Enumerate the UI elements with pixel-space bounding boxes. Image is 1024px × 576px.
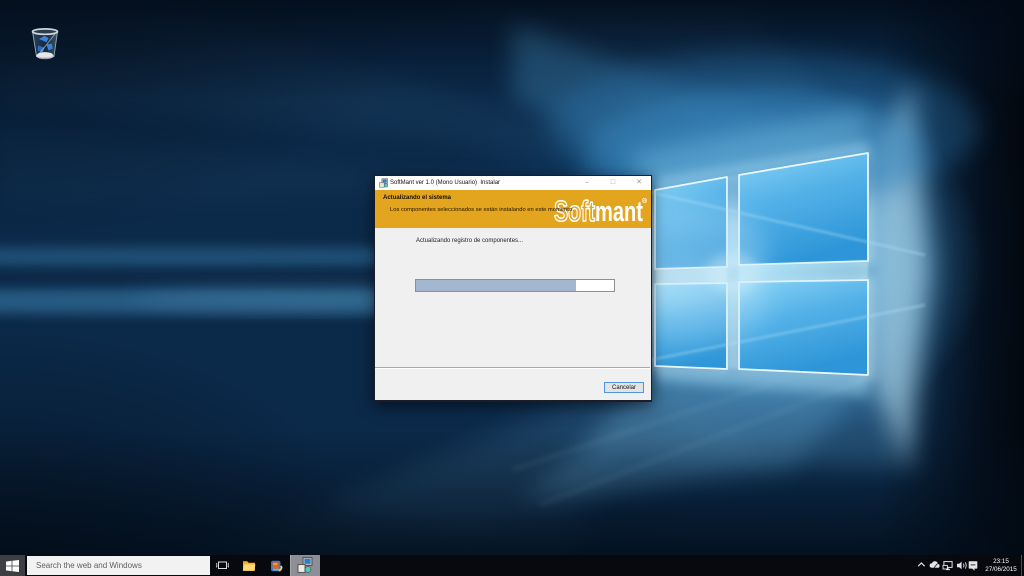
svg-text:R: R xyxy=(643,198,646,203)
svg-text:mant: mant xyxy=(595,196,643,228)
